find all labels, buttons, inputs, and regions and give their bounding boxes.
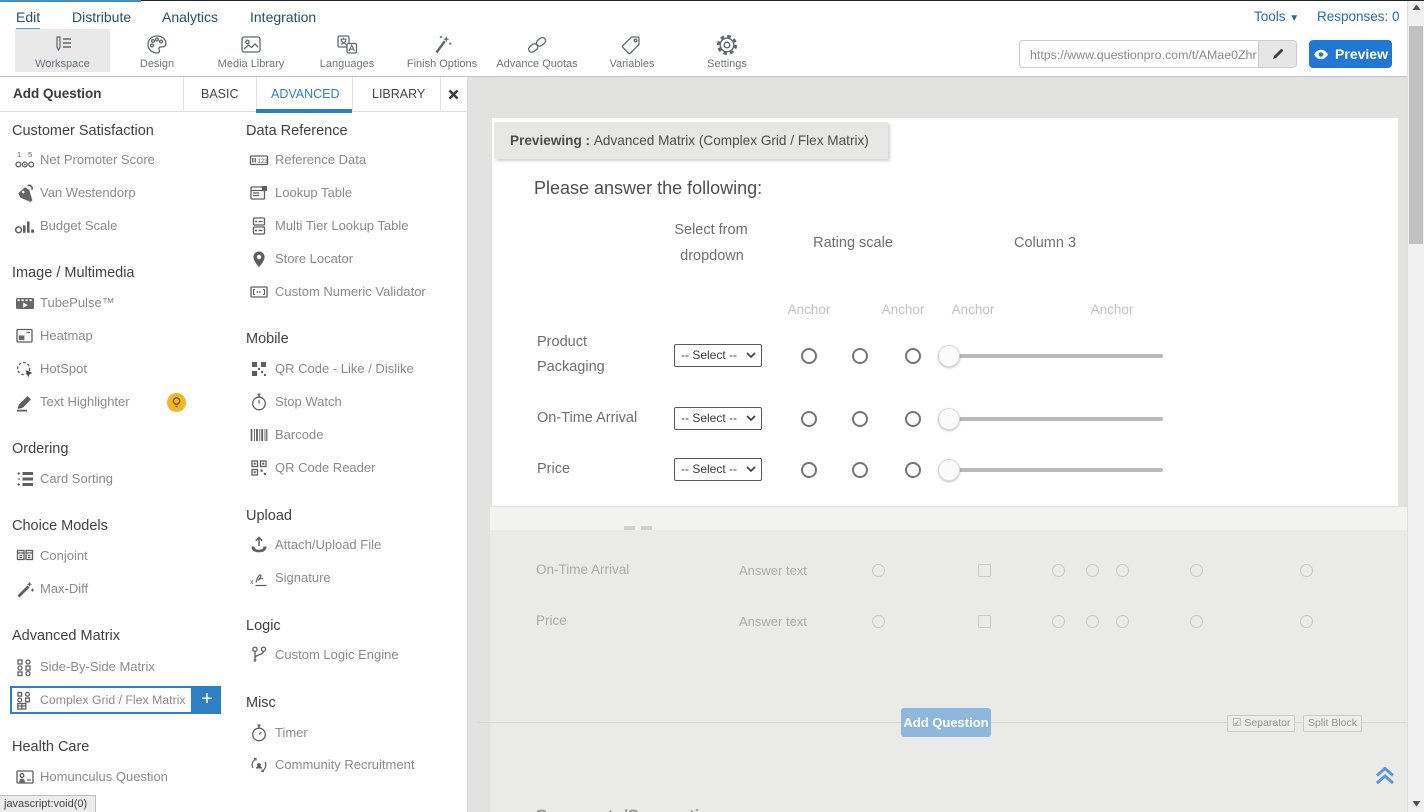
svg-text:5: 5 bbox=[28, 150, 32, 159]
svg-text:x: x bbox=[250, 579, 254, 586]
svg-text:1: 1 bbox=[17, 150, 21, 159]
svg-text:123: 123 bbox=[258, 159, 269, 165]
